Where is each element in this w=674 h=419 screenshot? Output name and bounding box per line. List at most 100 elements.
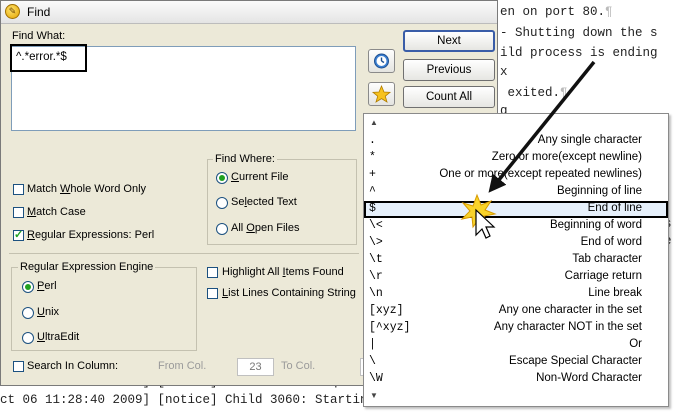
menu-item-description: Non-Word Character xyxy=(536,372,642,384)
menu-item[interactable]: | Or xyxy=(364,337,668,354)
editor-line-text: x xyxy=(500,65,508,79)
scroll-down-arrow-icon[interactable]: ▼ xyxy=(370,391,378,400)
separator xyxy=(9,253,359,254)
menu-item-symbol: \ xyxy=(369,355,376,368)
next-button[interactable]: Next xyxy=(403,30,495,52)
regex-engine-label: Regular Expression Engine xyxy=(18,261,156,273)
editor-line-text: en on port 80. xyxy=(500,5,606,19)
menu-item[interactable]: [^xyz] Any character NOT in the set xyxy=(364,320,668,337)
menu-item-description: Or xyxy=(629,338,642,350)
menu-item-symbol: [xyz] xyxy=(369,304,404,317)
match-case-checkbox[interactable] xyxy=(13,207,24,218)
to-col-label: To Col. xyxy=(281,360,316,372)
menu-item[interactable]: [xyz] Any one character in the set xyxy=(364,303,668,320)
menu-item-description: Escape Special Character xyxy=(509,355,642,367)
menu-item[interactable]: \t Tab character xyxy=(364,252,668,269)
menu-item-description: Any character NOT in the set xyxy=(493,321,642,333)
menu-item-symbol: ^ xyxy=(369,185,376,198)
current-file-radio[interactable] xyxy=(216,172,228,184)
editor-line: - Shutting down the s xyxy=(500,26,658,40)
menu-item-symbol: \n xyxy=(369,287,383,300)
menu-item-description: Any one character in the set xyxy=(498,304,642,316)
menu-item-description: Tab character xyxy=(572,253,642,265)
list-lines-label[interactable]: List Lines Containing String xyxy=(222,287,356,299)
menu-item-symbol: \< xyxy=(369,219,383,232)
editor-line: ild process is ending xyxy=(500,46,658,60)
all-open-files-radio[interactable] xyxy=(216,223,228,235)
menu-item-description: Any single character xyxy=(537,134,642,146)
list-lines-checkbox[interactable] xyxy=(207,288,218,299)
regex-shortcut-menu: ▲ . Any single character * Zero or more(exc… xyxy=(363,113,669,407)
match-whole-word-label[interactable]: Match Whole Word Only xyxy=(27,183,146,195)
menu-item[interactable]: . Any single character xyxy=(364,133,668,150)
star-icon xyxy=(371,84,392,103)
menu-item[interactable]: $ End of line xyxy=(364,201,668,218)
regular-expressions-label[interactable]: Regular Expressions: Perl xyxy=(27,229,154,241)
find-where-label: Find Where: xyxy=(213,153,277,165)
match-whole-word-checkbox[interactable] xyxy=(13,184,24,195)
menu-item[interactable]: \r Carriage return xyxy=(364,269,668,286)
menu-item-symbol: \> xyxy=(369,236,383,249)
pilcrow-mark: ¶ xyxy=(605,5,613,19)
menu-item[interactable]: \W Non-Word Character xyxy=(364,371,668,388)
menu-item-description: End of word xyxy=(580,236,642,248)
menu-item-description: Beginning of line xyxy=(556,185,642,197)
dialog-title: Find xyxy=(27,5,51,19)
search-in-column-checkbox[interactable] xyxy=(13,361,24,372)
menu-item[interactable]: \ Escape Special Character xyxy=(364,354,668,371)
dialog-titlebar[interactable]: ✎ Find xyxy=(1,1,497,24)
count-all-button[interactable]: Count All xyxy=(403,86,495,108)
ultraedit-logo-icon: ✎ xyxy=(5,4,20,19)
find-what-label: Find What: xyxy=(12,30,66,42)
menu-item-symbol: * xyxy=(369,151,376,164)
regex-favorites-button[interactable] xyxy=(368,82,395,106)
unix-radio[interactable] xyxy=(22,307,34,319)
editor-line-text: exited. xyxy=(500,86,561,100)
from-col-label: From Col. xyxy=(158,360,207,372)
match-case-label[interactable]: Match Case xyxy=(27,206,86,218)
unix-label[interactable]: Unix xyxy=(37,306,59,318)
menu-item[interactable]: \< Beginning of word xyxy=(364,218,668,235)
highlight-all-checkbox[interactable] xyxy=(207,267,218,278)
menu-item-symbol: | xyxy=(369,338,376,351)
ultraedit-radio[interactable] xyxy=(22,332,34,344)
menu-item-symbol: $ xyxy=(369,202,376,215)
pilcrow-mark: ¶ xyxy=(560,86,568,100)
scroll-up-arrow-icon[interactable]: ▲ xyxy=(370,118,378,127)
selected-text-radio[interactable] xyxy=(216,197,228,209)
menu-item-description: End of line xyxy=(587,202,642,214)
all-open-files-label[interactable]: All Open Files xyxy=(231,222,299,234)
from-col-input[interactable]: 23 xyxy=(237,358,274,376)
editor-line: en on port 80.¶ xyxy=(500,5,613,19)
editor-line-text: - Shutting down the s xyxy=(500,26,658,40)
menu-item-symbol: \W xyxy=(369,372,383,385)
editor-line-text: ild process is ending xyxy=(500,46,658,60)
previous-button[interactable]: Previous xyxy=(403,59,495,81)
current-file-label[interactable]: Current File xyxy=(231,171,288,183)
clock-icon xyxy=(374,53,389,69)
search-in-column-label[interactable]: Search In Column: xyxy=(27,360,118,372)
regular-expressions-checkbox[interactable] xyxy=(13,228,24,241)
editor-line: x xyxy=(500,65,508,79)
regex-history-button[interactable] xyxy=(368,49,395,73)
menu-item-description: Carriage return xyxy=(564,270,642,282)
menu-item-description: Line break xyxy=(588,287,642,299)
menu-item-symbol: \r xyxy=(369,270,383,283)
menu-item[interactable]: * Zero or more(except newline) xyxy=(364,150,668,167)
menu-item-symbol: . xyxy=(369,134,376,147)
menu-item-symbol: + xyxy=(369,168,376,181)
perl-radio[interactable] xyxy=(22,281,34,293)
menu-item-symbol: \t xyxy=(369,253,383,266)
menu-item[interactable]: \n Line break xyxy=(364,286,668,303)
menu-item-description: One or more(except repeated newlines) xyxy=(439,168,642,180)
highlight-all-label[interactable]: Highlight All Items Found xyxy=(222,266,344,278)
menu-item[interactable]: \> End of word xyxy=(364,235,668,252)
menu-item-description: Beginning of word xyxy=(549,219,642,231)
find-text-highlight-annotation xyxy=(10,44,87,72)
perl-label[interactable]: Perl xyxy=(37,280,57,292)
ultraedit-label[interactable]: UltraEdit xyxy=(37,331,79,343)
selected-text-label[interactable]: Selected Text xyxy=(231,196,297,208)
menu-item[interactable]: + One or more(except repeated newlines) xyxy=(364,167,668,184)
menu-item-symbol: [^xyz] xyxy=(369,321,411,334)
menu-item[interactable]: ^ Beginning of line xyxy=(364,184,668,201)
